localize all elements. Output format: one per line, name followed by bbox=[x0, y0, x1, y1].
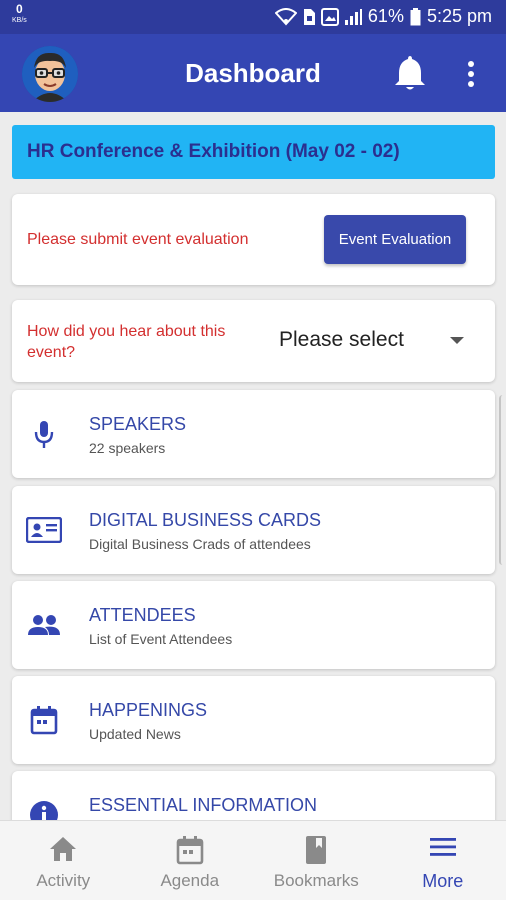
hear-about-dropdown[interactable]: Please select bbox=[267, 326, 479, 356]
evaluation-prompt: Please submit event evaluation bbox=[27, 231, 249, 248]
nav-bookmarks[interactable]: Bookmarks bbox=[253, 821, 380, 900]
nav-more[interactable]: More bbox=[380, 821, 506, 900]
battery-percent: 61% bbox=[367, 6, 404, 26]
status-bar: 0 KB/s 61% 5:25 pm bbox=[0, 0, 506, 34]
nav-agenda[interactable]: Agenda bbox=[127, 821, 254, 900]
people-icon bbox=[26, 609, 62, 641]
business-card-icon bbox=[26, 514, 62, 546]
nav-label: More bbox=[422, 871, 464, 891]
scroll-indicator bbox=[499, 395, 506, 565]
app-bar: Dashboard bbox=[0, 34, 506, 112]
menu-item-digital-business-cards[interactable]: DIGITAL BUSINESS CARDS Digital Business … bbox=[12, 486, 495, 574]
event-title-banner: HR Conference & Exhibition (May 02 - 02) bbox=[12, 125, 495, 179]
event-evaluation-button[interactable]: Event Evaluation bbox=[324, 215, 466, 264]
menu-item-speakers[interactable]: SPEAKERS 22 speakers bbox=[12, 390, 495, 478]
menu-item-subtitle: Updated News bbox=[89, 726, 181, 742]
dropdown-arrow-icon bbox=[450, 337, 464, 344]
menu-item-subtitle: List of Event Attendees bbox=[89, 631, 233, 647]
screenshot-icon bbox=[320, 7, 339, 26]
network-speed-unit: KB/s bbox=[12, 17, 27, 24]
clock: 5:25 pm bbox=[426, 6, 492, 26]
nav-label: Bookmarks bbox=[273, 871, 359, 890]
microphone-icon bbox=[26, 418, 62, 450]
signal-icon bbox=[344, 8, 362, 25]
menu-item-attendees[interactable]: ATTENDEES List of Event Attendees bbox=[12, 581, 495, 669]
bookmark-icon bbox=[253, 835, 380, 865]
calendar-icon bbox=[127, 835, 254, 865]
menu-item-title: ATTENDEES bbox=[89, 605, 196, 625]
calendar-icon bbox=[26, 704, 62, 736]
bottom-navigation: Activity Agenda Bookmarks More bbox=[0, 820, 506, 900]
nav-label: Activity bbox=[36, 871, 91, 890]
hear-about-card: How did you hear about this event? Pleas… bbox=[12, 300, 495, 382]
menu-item-title: DIGITAL BUSINESS CARDS bbox=[89, 510, 322, 530]
evaluation-card: Please submit event evaluation Event Eva… bbox=[12, 194, 495, 285]
network-speed-value: 0 bbox=[16, 2, 23, 16]
menu-icon bbox=[380, 835, 506, 865]
network-speed: 0 KB/s bbox=[12, 2, 27, 26]
nav-label: Agenda bbox=[160, 871, 220, 890]
dropdown-selected-value: Please select bbox=[279, 328, 404, 351]
wifi-icon bbox=[274, 7, 297, 25]
menu-item-title: HAPPENINGS bbox=[89, 700, 208, 720]
bell-icon[interactable] bbox=[392, 54, 428, 92]
nav-activity[interactable]: Activity bbox=[0, 821, 127, 900]
menu-item-subtitle: 22 speakers bbox=[89, 440, 166, 456]
menu-item-happenings[interactable]: HAPPENINGS Updated News bbox=[12, 676, 495, 764]
sim-icon bbox=[303, 8, 315, 25]
battery-icon bbox=[410, 7, 421, 25]
menu-item-title: SPEAKERS bbox=[89, 414, 187, 434]
more-vert-icon[interactable] bbox=[466, 60, 476, 88]
home-icon bbox=[0, 835, 127, 865]
page-title: Dashboard bbox=[185, 58, 321, 88]
menu-item-subtitle: Digital Business Crads of attendees bbox=[89, 536, 311, 552]
menu-item-title: ESSENTIAL INFORMATION bbox=[89, 795, 318, 815]
hear-about-question: How did you hear about this event? bbox=[27, 323, 226, 361]
